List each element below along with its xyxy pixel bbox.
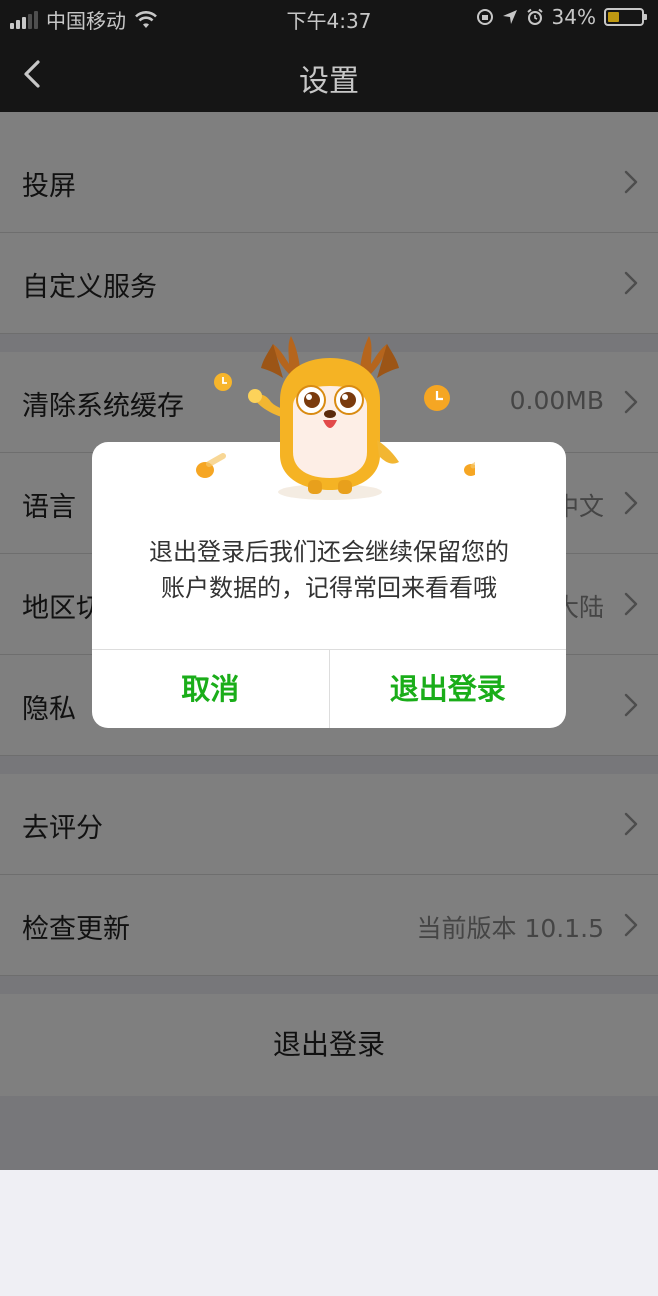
cancel-button[interactable]: 取消 — [92, 650, 329, 728]
confirm-logout-button[interactable]: 退出登录 — [328, 650, 567, 728]
dialog-message-line-2: 账户数据的，记得常回来看看哦 — [161, 574, 497, 602]
modal-overlay-top — [0, 0, 658, 112]
deer-mascot-illustration — [196, 336, 475, 500]
dialog-message: 退出登录后我们还会继续保留您的 账户数据的，记得常回来看看哦 — [112, 534, 546, 606]
dialog-message-line-1: 退出登录后我们还会继续保留您的 — [149, 538, 509, 566]
dialog-button-bar: 取消 退出登录 — [92, 649, 566, 728]
